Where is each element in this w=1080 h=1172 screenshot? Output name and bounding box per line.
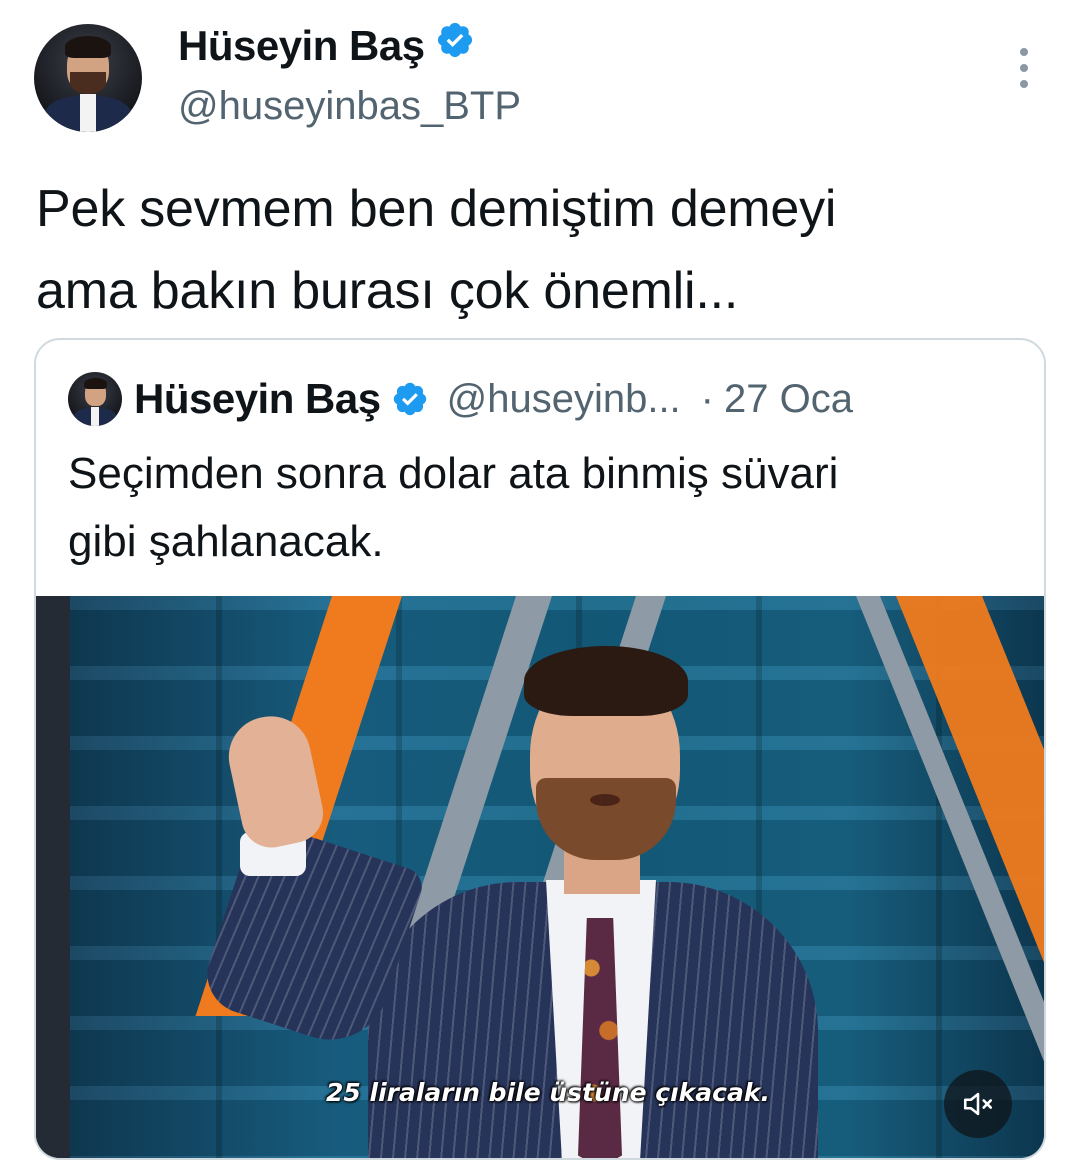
quoted-tweet[interactable]: Hüseyin Baş @huseyinb... · 27 Oca Seçimd… xyxy=(34,338,1046,1160)
author-handle[interactable]: @huseyinbas_BTP xyxy=(178,80,521,132)
volume-muted-icon[interactable] xyxy=(944,1070,1012,1138)
author-name-row[interactable]: Hüseyin Baş xyxy=(178,20,475,72)
verified-badge-icon xyxy=(435,20,475,72)
quoted-tweet-header: Hüseyin Baş @huseyinb... · 27 Oca xyxy=(68,370,853,428)
tweet-text-line: ama bakın burası çok önemli... xyxy=(36,262,739,320)
tweet-text: Pek sevmem ben demiştim demeyi ama bakın… xyxy=(36,168,1046,332)
quoted-date[interactable]: 27 Oca xyxy=(724,377,853,422)
tweet-text-line: Pek sevmem ben demiştim demeyi xyxy=(36,180,837,238)
quoted-text-line: Seçimden sonra dolar ata binmiş süvari xyxy=(68,449,839,498)
verified-badge-icon xyxy=(391,380,429,418)
tweet-card: Hüseyin Baş @huseyinbas_BTP Pek sevmem b… xyxy=(0,0,1080,1172)
author-name[interactable]: Hüseyin Baş xyxy=(178,20,425,72)
quoted-avatar[interactable] xyxy=(68,372,122,426)
quoted-author-handle[interactable]: @huseyinb... xyxy=(447,377,681,422)
quoted-author-name[interactable]: Hüseyin Baş xyxy=(134,375,381,423)
author-avatar[interactable] xyxy=(34,24,142,132)
video-player[interactable]: 25 liraların bile üstüne çıkacak. xyxy=(36,596,1044,1158)
video-subtitle: 25 liraların bile üstüne çıkacak. xyxy=(326,1078,770,1107)
quoted-tweet-text: Seçimden sonra dolar ata binmiş süvari g… xyxy=(68,440,1018,576)
separator-dot: · xyxy=(700,376,714,421)
more-vertical-icon[interactable] xyxy=(1010,48,1038,88)
quoted-text-line: gibi şahlanacak. xyxy=(68,517,384,566)
